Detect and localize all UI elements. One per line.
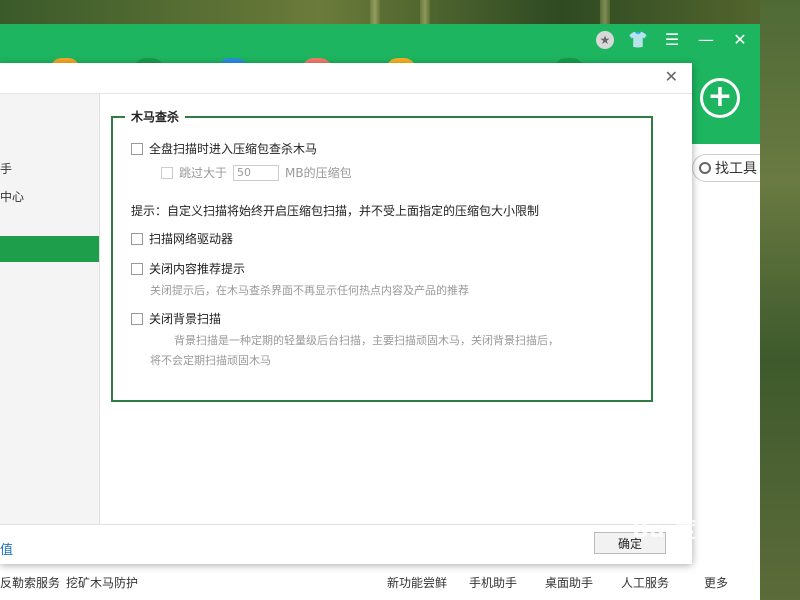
side-nav-item[interactable]: 手 [0, 156, 99, 182]
dialog-footer: 值 确定 [0, 524, 692, 564]
skip-size-checkbox[interactable] [161, 166, 173, 179]
close-recommend-label: 关闭内容推荐提示 [149, 262, 246, 276]
hint-label: 提示：自定义扫描将始终开启压缩包扫描，并不受上面指定的压缩包大小限制 [131, 204, 540, 218]
skip-size-input[interactable]: 50 [233, 164, 280, 181]
group-title: 木马查杀 [125, 108, 186, 125]
bottom-link-human-service[interactable]: 人工服务 [621, 574, 669, 591]
archive-scan-option[interactable]: 全盘扫描时进入压缩包查杀木马 [131, 140, 317, 157]
bottom-link-new-features[interactable]: 新功能尝鲜 [387, 574, 447, 591]
bottom-bar: 反勒索服务 挖矿木马防护 新功能尝鲜 手机助手 桌面助手 人工服务 更多 [0, 564, 760, 600]
skip-size-option: 跳过大于 50 MB的压缩包 [161, 164, 352, 181]
desktop-bamboo-right [760, 0, 800, 600]
archive-scan-label: 全盘扫描时进入压缩包查杀木马 [149, 142, 318, 156]
add-tool-icon[interactable]: + [700, 78, 740, 118]
settings-dialog: ✕ 手 中心 木马查杀 全盘扫描时进入压缩包查杀木马 跳过大于 50 MB的压缩… [0, 63, 692, 564]
bottom-link-phone-assistant[interactable]: 手机助手 [469, 574, 517, 591]
close-background-label: 关闭背景扫描 [149, 312, 222, 326]
search-icon [699, 162, 711, 174]
close-background-desc: 背景扫描是一种定期的轻量级后台扫描，主要扫描顽固木马，关闭背景扫描后， [174, 334, 559, 347]
close-background-checkbox[interactable] [131, 312, 143, 325]
dialog-close-icon[interactable]: ✕ [665, 67, 678, 86]
medal-icon[interactable]: ★ [596, 31, 614, 49]
close-background-option[interactable]: 关闭背景扫描 [131, 310, 221, 327]
scan-driver-option[interactable]: 扫描网络驱动器 [131, 230, 233, 247]
search-placeholder: 找工具 [715, 161, 757, 177]
window-controls: ★ 👕 ☰ — ✕ [596, 30, 750, 50]
hint-text: 提示：自定义扫描将始终开启压缩包扫描，并不受上面指定的压缩包大小限制 [131, 202, 539, 219]
close-background-desc-2: 将不会定期扫描顽固木马 [150, 354, 271, 367]
side-nav-item-active[interactable] [0, 236, 99, 262]
scan-driver-checkbox[interactable] [131, 232, 143, 245]
footer-link[interactable]: 值 [0, 539, 13, 558]
skin-shirt-icon[interactable]: 👕 [628, 30, 648, 50]
baidu-watermark: Bai度 经验 [632, 518, 752, 543]
close-recommend-checkbox[interactable] [131, 262, 143, 275]
settings-side-nav: 手 中心 [0, 94, 100, 524]
dialog-titlebar: ✕ [0, 63, 692, 94]
minimize-icon[interactable]: — [696, 30, 716, 50]
close-recommend-desc: 关闭提示后，在木马查杀界面不再显示任何热点内容及产品的推荐 [150, 284, 469, 297]
close-icon[interactable]: ✕ [730, 30, 750, 50]
scan-driver-label: 扫描网络驱动器 [149, 232, 234, 246]
bottom-link-more[interactable]: 更多 [704, 574, 728, 591]
side-nav-item[interactable]: 中心 [0, 184, 99, 210]
archive-scan-checkbox[interactable] [131, 142, 143, 155]
skip-size-label: 跳过大于 [179, 166, 228, 180]
bottom-link-desktop-assistant[interactable]: 桌面助手 [545, 574, 593, 591]
settings-content: 木马查杀 全盘扫描时进入压缩包查杀木马 跳过大于 50 MB的压缩包 提示：自定… [100, 94, 692, 524]
tool-search-box[interactable]: 找工具 [692, 154, 760, 182]
close-recommend-option[interactable]: 关闭内容推荐提示 [131, 260, 245, 277]
skip-size-unit: MB的压缩包 [285, 166, 352, 180]
bottom-link-mining-trojan[interactable]: 挖矿木马防护 [66, 574, 138, 591]
menu-icon[interactable]: ☰ [662, 30, 682, 50]
trojan-scan-group: 木马查杀 全盘扫描时进入压缩包查杀木马 跳过大于 50 MB的压缩包 提示：自定… [111, 108, 653, 402]
bottom-link-anti-ransom[interactable]: 反勒索服务 [0, 574, 60, 591]
